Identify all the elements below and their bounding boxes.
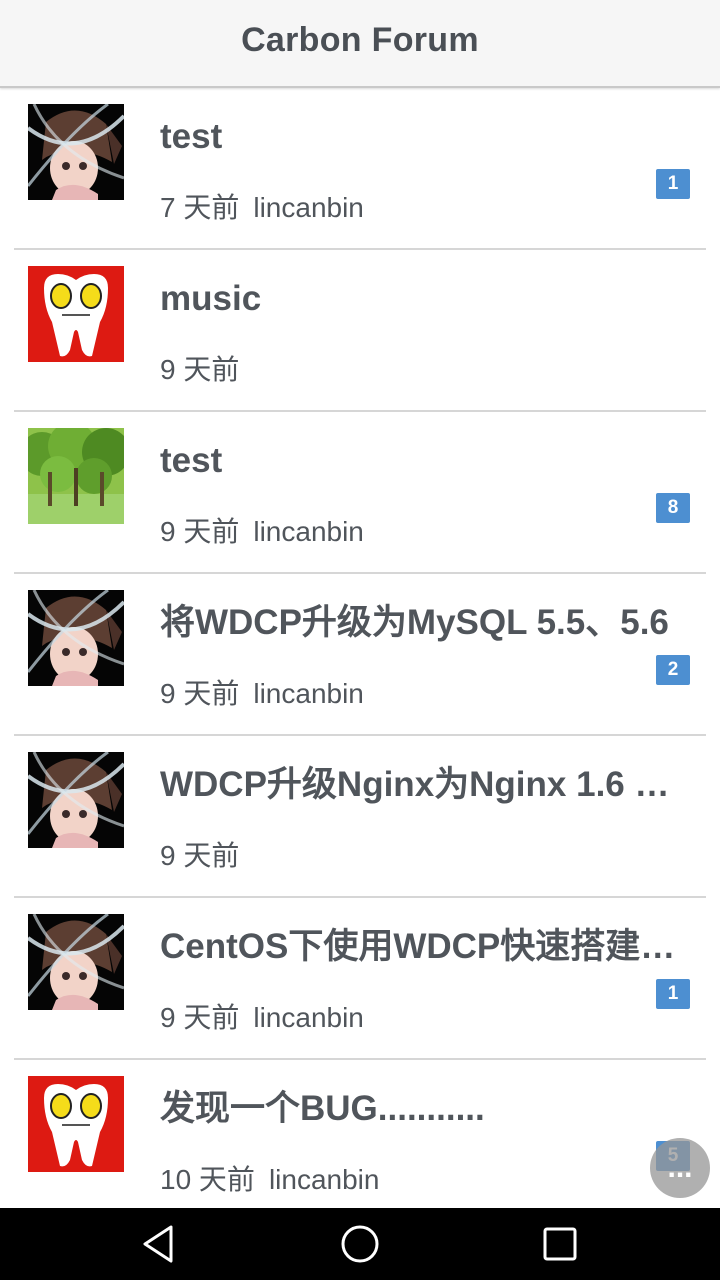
topic-meta: 7 天前 lincanbin bbox=[160, 186, 364, 226]
tooth-avatar-icon[interactable] bbox=[28, 266, 124, 362]
topic-row[interactable]: 发现一个BUG........... 10 天前lincanbin 5 bbox=[14, 1060, 706, 1222]
topic-title[interactable]: CentOS下使用WDCP快速搭建环境 bbox=[160, 924, 690, 970]
topic-meta: 9 天前 lincanbin bbox=[160, 672, 364, 712]
topic-row[interactable]: test 9 天前 lincanbin 8 bbox=[14, 412, 706, 574]
anime-avatar-icon[interactable] bbox=[28, 914, 124, 1010]
reply-count-badge: 8 bbox=[656, 493, 690, 523]
back-icon[interactable] bbox=[137, 1222, 181, 1266]
topic-row[interactable]: CentOS下使用WDCP快速搭建环境 9 天前 lincanbin 1 bbox=[14, 898, 706, 1060]
topic-title[interactable]: WDCP升级Nginx为Nginx 1.6 稳定版 bbox=[160, 762, 690, 808]
topic-title[interactable]: test bbox=[160, 114, 690, 160]
topic-time: 9 天前 bbox=[160, 354, 240, 385]
topic-title[interactable]: music bbox=[160, 276, 690, 322]
topic-time: 9 天前 bbox=[160, 1002, 240, 1033]
topic-meta: 9 天前 lincanbin bbox=[160, 996, 364, 1036]
topic-time: 10 天前 bbox=[160, 1164, 255, 1195]
topic-author[interactable]: lincanbin bbox=[253, 516, 364, 547]
tooth-avatar-icon[interactable] bbox=[28, 1076, 124, 1172]
system-navigation-bar bbox=[0, 1208, 720, 1280]
more-label: ... bbox=[667, 1151, 693, 1184]
topic-meta: 9 天前 bbox=[160, 348, 239, 388]
topic-row[interactable]: 将WDCP升级为MySQL 5.5、5.6 9 天前 lincanbin 2 bbox=[14, 574, 706, 736]
anime-avatar-icon[interactable] bbox=[28, 590, 124, 686]
reply-count-badge: 1 bbox=[656, 169, 690, 199]
page-title: Carbon Forum bbox=[241, 20, 479, 59]
more-options-button[interactable]: ... bbox=[650, 1138, 710, 1198]
topic-time: 7 天前 bbox=[160, 192, 240, 223]
topic-author[interactable]: lincanbin bbox=[253, 678, 364, 709]
topic-time: 9 天前 bbox=[160, 678, 240, 709]
topic-row[interactable]: music 9 天前 bbox=[14, 250, 706, 412]
topic-author[interactable]: lincanbin bbox=[253, 1002, 364, 1033]
reply-count-badge: 2 bbox=[656, 655, 690, 685]
trees-avatar-icon[interactable] bbox=[28, 428, 124, 524]
topic-time: 9 天前 bbox=[160, 840, 240, 871]
topic-author[interactable]: lincanbin bbox=[253, 192, 364, 223]
topic-author[interactable]: lincanbin bbox=[269, 1164, 380, 1195]
topic-title[interactable]: test bbox=[160, 438, 690, 484]
anime-avatar-icon[interactable] bbox=[28, 104, 124, 200]
topic-time: 9 天前 bbox=[160, 516, 240, 547]
topic-meta: 9 天前 lincanbin bbox=[160, 510, 364, 550]
topic-list: test 7 天前 lincanbin 1 music 9 天前 test 9 … bbox=[0, 88, 720, 1222]
app-header: Carbon Forum bbox=[0, 0, 720, 88]
recents-icon[interactable] bbox=[538, 1222, 582, 1266]
topic-row[interactable]: WDCP升级Nginx为Nginx 1.6 稳定版 9 天前 bbox=[14, 736, 706, 898]
reply-count-badge: 1 bbox=[656, 979, 690, 1009]
topic-meta: 9 天前 bbox=[160, 834, 239, 874]
topic-meta: 10 天前 lincanbin bbox=[160, 1158, 379, 1198]
home-icon[interactable] bbox=[338, 1222, 382, 1266]
topic-row[interactable]: test 7 天前 lincanbin 1 bbox=[14, 88, 706, 250]
topic-title[interactable]: 发现一个BUG........... bbox=[160, 1086, 690, 1132]
anime-avatar-icon[interactable] bbox=[28, 752, 124, 848]
topic-title[interactable]: 将WDCP升级为MySQL 5.5、5.6 bbox=[160, 600, 690, 646]
